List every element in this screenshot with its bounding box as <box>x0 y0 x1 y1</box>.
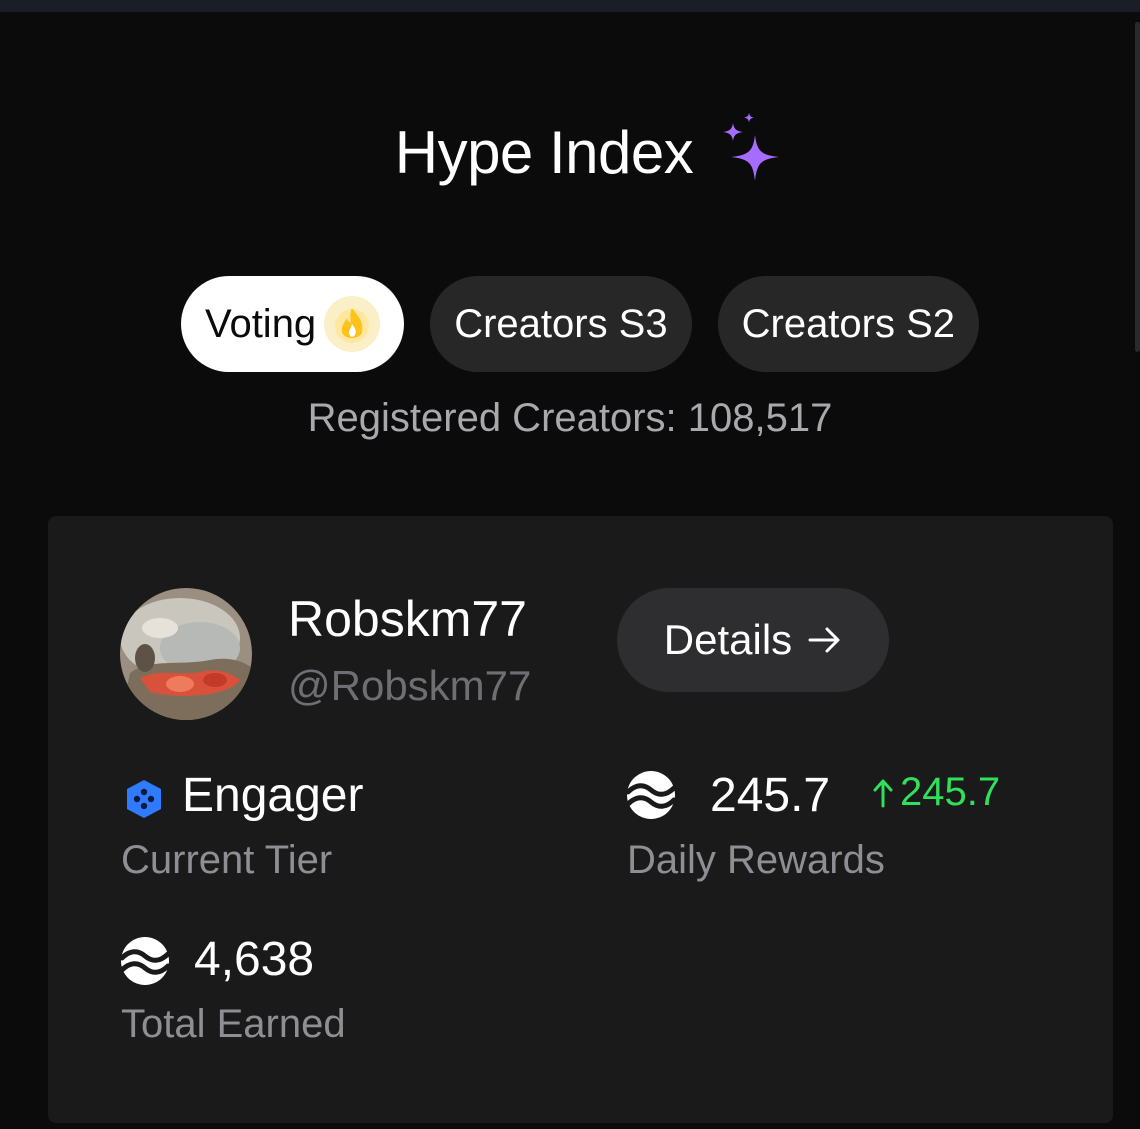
profile-name: Robskm77 <box>288 591 527 647</box>
tab-bar: Voting Creators S3 Creators S2 <box>0 276 1140 372</box>
flame-icon <box>324 296 381 352</box>
hexagon-tier-icon <box>127 780 161 818</box>
arrow-up-icon <box>873 779 893 807</box>
daily-rewards-label: Daily Rewards <box>627 838 885 882</box>
page-title: Hype Index <box>394 119 694 186</box>
profile-handle: @Robskm77 <box>288 662 532 709</box>
daily-rewards-value: 245.7 <box>710 769 831 822</box>
avatar[interactable] <box>120 588 252 720</box>
hyperliquid-logo-icon <box>120 937 170 985</box>
total-earned-label: Total Earned <box>121 1002 346 1046</box>
total-earned-value: 4,638 <box>194 933 315 986</box>
hyperliquid-logo-icon <box>626 771 676 819</box>
daily-rewards-change-value: 245.7 <box>900 770 1001 814</box>
daily-rewards-change: 245.7 <box>872 770 1000 815</box>
page-header: Hype Index <box>0 112 1140 187</box>
top-bar <box>0 0 1140 12</box>
tab-voting[interactable]: Voting <box>180 276 405 372</box>
tab-creators-s3-label: Creators S3 <box>454 301 668 346</box>
tab-voting-label: Voting <box>204 301 317 346</box>
tab-creators-s3[interactable]: Creators S3 <box>430 276 692 372</box>
tab-creators-s2-label: Creators S2 <box>741 301 956 346</box>
details-label: Details <box>663 616 793 663</box>
tier-label: Current Tier <box>121 838 333 882</box>
tier-value: Engager <box>182 769 364 822</box>
tab-creators-s2[interactable]: Creators S2 <box>717 276 980 372</box>
details-button[interactable]: Details <box>617 588 889 692</box>
sparkles-icon <box>723 112 780 181</box>
registered-creators-count: Registered Creators: 108,517 <box>307 396 833 440</box>
arrow-right-icon <box>808 627 840 653</box>
